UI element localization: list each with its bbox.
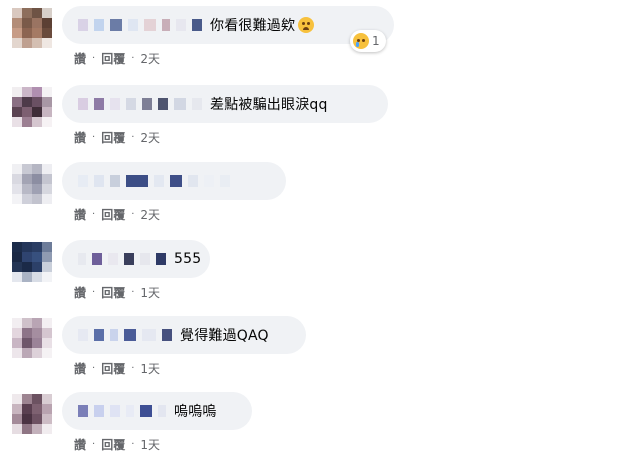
like-button[interactable]: 讚 (74, 284, 86, 301)
comment-text: 555 (174, 251, 202, 267)
timestamp[interactable]: 2天 (140, 129, 160, 146)
crying-face-icon (298, 17, 315, 33)
comment-item: 你看很難過欸 1 讚 · 回覆 · 2天 (12, 6, 612, 82)
comment-bubble[interactable] (62, 162, 286, 200)
separator-dot: · (92, 439, 96, 450)
blurred-author-name[interactable] (78, 174, 236, 188)
comment-bubble[interactable]: 你看很難過欸 (62, 6, 394, 44)
separator-dot: · (131, 209, 135, 220)
avatar[interactable] (12, 164, 52, 204)
like-button[interactable]: 讚 (74, 50, 86, 67)
comment-actions: 讚 · 回覆 · 2天 (74, 206, 160, 223)
separator-dot: · (131, 439, 135, 450)
comment-actions: 讚 · 回覆 · 1天 (74, 436, 160, 453)
blurred-author-name[interactable] (78, 404, 172, 418)
blurred-author-name[interactable] (78, 18, 208, 32)
reply-button[interactable]: 回覆 (101, 50, 125, 67)
like-button[interactable]: 讚 (74, 360, 86, 377)
comment-text: 你看很難過欸 (210, 18, 296, 34)
separator-dot: · (131, 132, 135, 143)
blurred-author-name[interactable] (78, 328, 178, 342)
comment-item: 555 讚 · 回覆 · 1天 (12, 240, 612, 316)
comment-text: 覺得難過QAQ (180, 328, 269, 344)
comment-bubble[interactable]: 555 (62, 240, 210, 278)
reply-button[interactable]: 回覆 (101, 206, 125, 223)
separator-dot: · (131, 53, 135, 64)
timestamp[interactable]: 2天 (140, 206, 160, 223)
comment-item: 覺得難過QAQ 讚 · 回覆 · 1天 (12, 316, 612, 392)
separator-dot: · (92, 287, 96, 298)
separator-dot: · (131, 287, 135, 298)
separator-dot: · (92, 209, 96, 220)
avatar[interactable] (12, 394, 52, 434)
reply-button[interactable]: 回覆 (101, 360, 125, 377)
comment-text: 差點被騙出眼淚qq (210, 97, 328, 113)
comment-actions: 讚 · 回覆 · 1天 (74, 284, 160, 301)
blurred-author-name[interactable] (78, 252, 172, 266)
avatar[interactable] (12, 242, 52, 282)
timestamp[interactable]: 1天 (140, 284, 160, 301)
separator-dot: · (92, 53, 96, 64)
like-button[interactable]: 讚 (74, 129, 86, 146)
blurred-author-name[interactable] (78, 97, 208, 111)
comment-item: 差點被騙出眼淚qq 讚 · 回覆 · 2天 (12, 85, 612, 161)
comment-actions: 讚 · 回覆 · 1天 (74, 360, 160, 377)
comment-text: 嗚嗚嗚 (174, 404, 217, 420)
separator-dot: · (92, 132, 96, 143)
comment-bubble[interactable]: 差點被騙出眼淚qq (62, 85, 388, 123)
separator-dot: · (131, 363, 135, 374)
separator-dot: · (92, 363, 96, 374)
timestamp[interactable]: 2天 (140, 50, 160, 67)
avatar[interactable] (12, 87, 52, 127)
reaction-badge[interactable]: 1 (350, 30, 386, 52)
comment-item: 讚 · 回覆 · 2天 (12, 162, 612, 238)
avatar[interactable] (12, 318, 52, 358)
reply-button[interactable]: 回覆 (101, 436, 125, 453)
timestamp[interactable]: 1天 (140, 436, 160, 453)
reply-button[interactable]: 回覆 (101, 129, 125, 146)
like-button[interactable]: 讚 (74, 206, 86, 223)
comment-bubble[interactable]: 覺得難過QAQ (62, 316, 306, 354)
reply-button[interactable]: 回覆 (101, 284, 125, 301)
sad-reaction-icon (353, 33, 369, 49)
timestamp[interactable]: 1天 (140, 360, 160, 377)
comment-item: 嗚嗚嗚 讚 · 回覆 · 1天 (12, 392, 612, 468)
comment-bubble[interactable]: 嗚嗚嗚 (62, 392, 252, 430)
comment-actions: 讚 · 回覆 · 2天 (74, 129, 160, 146)
avatar[interactable] (12, 8, 52, 48)
reaction-count: 1 (372, 34, 380, 48)
comment-actions: 讚 · 回覆 · 2天 (74, 50, 160, 67)
like-button[interactable]: 讚 (74, 436, 86, 453)
